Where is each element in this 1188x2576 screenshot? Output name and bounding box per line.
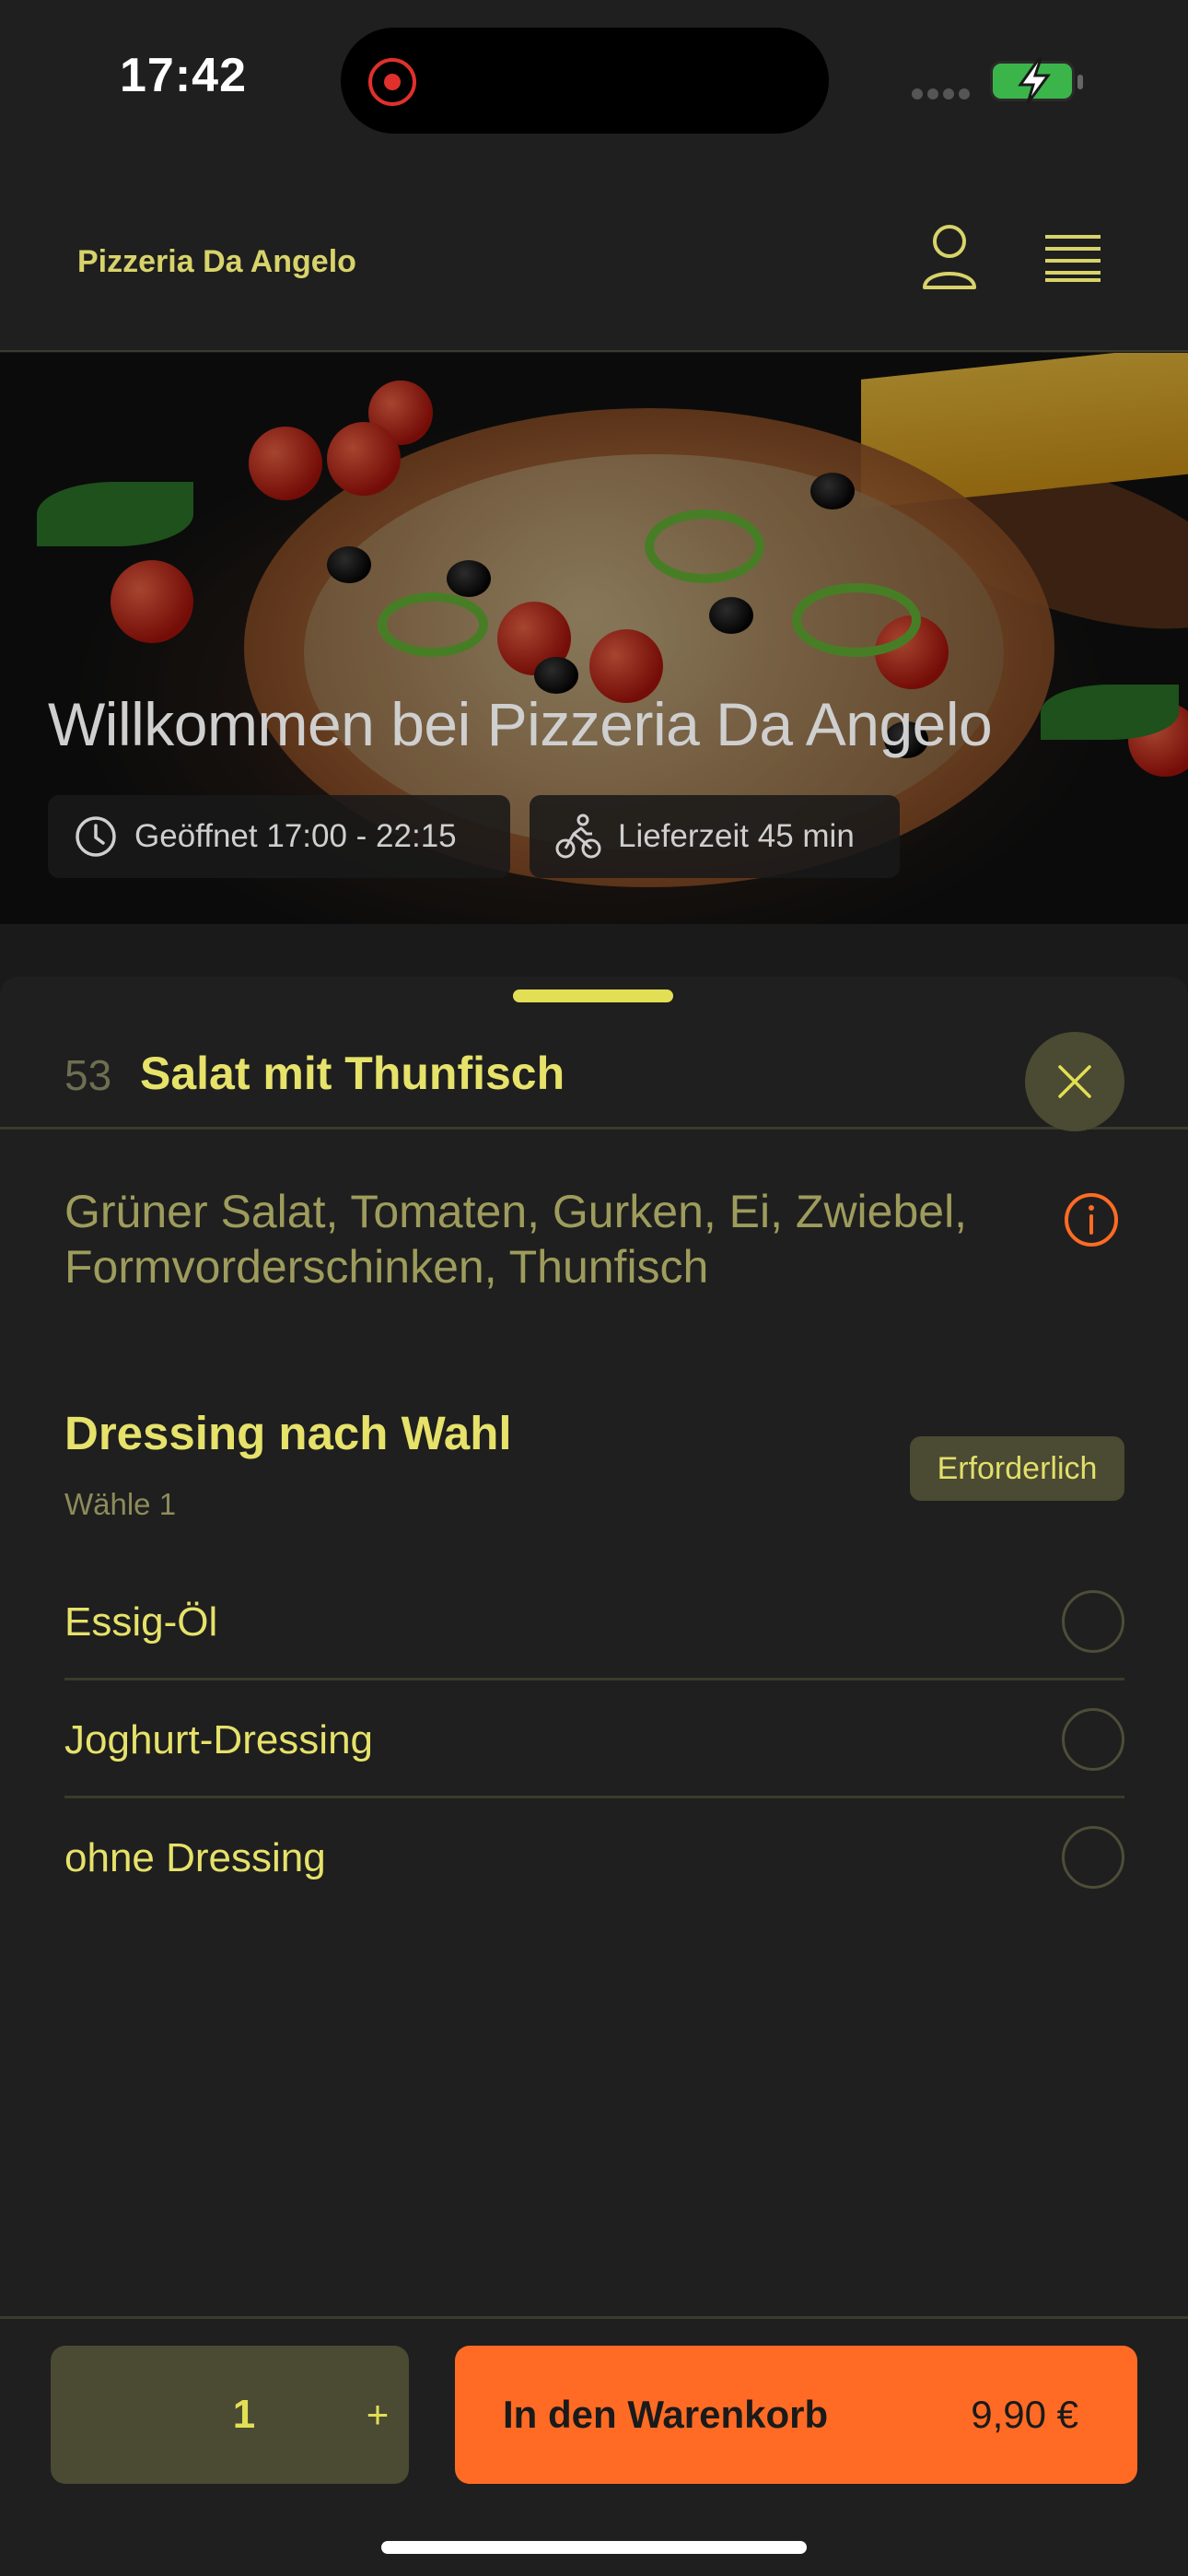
option-label: Essig-Öl <box>64 1598 218 1645</box>
charging-bolt-icon <box>1018 57 1051 104</box>
item-header: 53 Salat mit Thunfisch <box>0 1004 1188 1130</box>
option-ohne-dressing[interactable]: ohne Dressing <box>64 1799 1124 1916</box>
recording-indicator-icon <box>368 58 416 106</box>
clock-icon <box>76 816 116 857</box>
brand-name[interactable]: Pizzeria Da Angelo <box>77 244 356 280</box>
app-header: Pizzeria Da Angelo <box>0 157 1188 352</box>
radio-button[interactable] <box>1062 1590 1124 1653</box>
item-description: Grüner Salat, Tomaten, Gurken, Ei, Zwieb… <box>64 1186 968 1293</box>
add-to-cart-label: In den Warenkorb <box>503 2393 829 2436</box>
option-essig-oel[interactable]: Essig-Öl <box>64 1563 1124 1680</box>
option-label: ohne Dressing <box>64 1834 326 1880</box>
home-indicator[interactable] <box>381 2541 807 2554</box>
status-bar: 17:42 <box>0 0 1188 157</box>
quantity-stepper: 1 + <box>51 2346 409 2484</box>
item-title: Salat mit Thunfisch <box>140 1048 565 1099</box>
hero-title: Willkommen bei Pizzeria Da Angelo <box>48 690 993 758</box>
item-number: 53 <box>64 1051 112 1099</box>
price-label: 9,90 € <box>971 2393 1078 2436</box>
status-time: 17:42 <box>120 49 247 102</box>
bike-icon <box>555 814 601 859</box>
delivery-time-text: Lieferzeit 45 min <box>618 818 855 854</box>
option-joghurt-dressing[interactable]: Joghurt-Dressing <box>64 1681 1124 1798</box>
required-badge: Erforderlich <box>910 1436 1124 1501</box>
opening-hours-chip: Geöffnet 17:00 - 22:15 <box>48 795 510 878</box>
increment-button[interactable]: + <box>355 2346 401 2484</box>
bottom-action-bar: 1 + In den Warenkorb 9,90 € <box>0 2316 1188 2576</box>
sheet-drag-handle[interactable] <box>513 989 673 1002</box>
close-button[interactable] <box>1025 1032 1124 1131</box>
divider <box>64 1796 1124 1798</box>
radio-button[interactable] <box>1062 1708 1124 1771</box>
option-group-title: Dressing nach Wahl <box>64 1407 512 1459</box>
radio-button[interactable] <box>1062 1826 1124 1889</box>
menu-icon[interactable] <box>1043 234 1102 282</box>
opening-hours-text: Geöffnet 17:00 - 22:15 <box>134 818 457 854</box>
info-icon[interactable] <box>1064 1192 1119 1247</box>
option-label: Joghurt-Dressing <box>64 1716 374 1762</box>
hero-banner: Willkommen bei Pizzeria Da Angelo Geöffn… <box>0 353 1188 924</box>
user-icon[interactable] <box>921 223 978 289</box>
option-group-subtitle: Wähle 1 <box>64 1487 177 1521</box>
close-icon <box>1058 1065 1091 1098</box>
divider <box>64 1678 1124 1680</box>
cellular-signal-icon <box>912 88 976 100</box>
delivery-time-chip: Lieferzeit 45 min <box>530 795 900 878</box>
quantity-value: 1 <box>232 2392 256 2437</box>
add-to-cart-button[interactable]: In den Warenkorb 9,90 € <box>455 2346 1137 2484</box>
